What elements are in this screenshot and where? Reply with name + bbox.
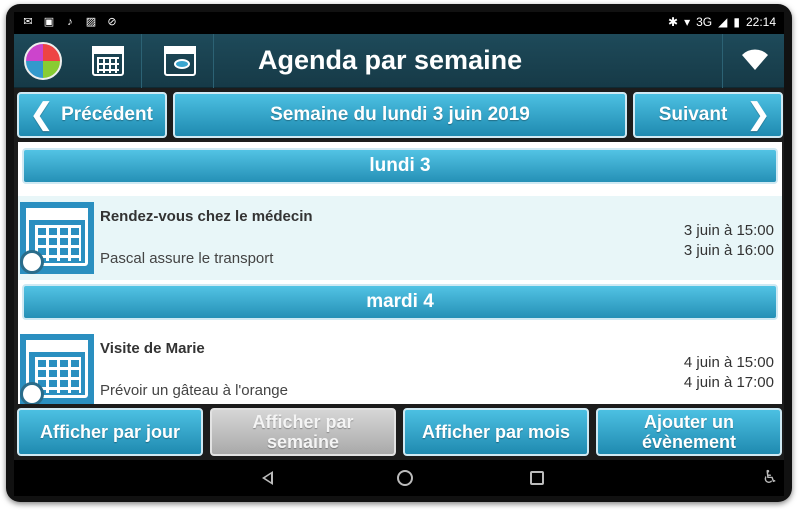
home-icon[interactable] bbox=[397, 470, 413, 486]
wifi-button[interactable] bbox=[722, 34, 784, 88]
mail-icon: ✉ bbox=[23, 16, 33, 28]
event-item[interactable]: Rendez-vous chez le médecin Pascal assur… bbox=[18, 196, 782, 280]
alarm-icon bbox=[20, 382, 44, 404]
breadcrumb-week-calendar[interactable] bbox=[144, 34, 214, 88]
calendar-icon bbox=[92, 46, 124, 76]
view-by-day-button[interactable]: Afficher par jour bbox=[17, 408, 203, 456]
system-nav-bar: ♿ bbox=[14, 460, 784, 496]
alarm-icon bbox=[20, 250, 44, 274]
event-end: 3 juin à 16:00 bbox=[683, 242, 774, 259]
puzzle-globe-icon[interactable] bbox=[24, 42, 62, 80]
view-by-week-label: Afficher par semaine bbox=[252, 412, 354, 452]
day-label: mardi 4 bbox=[366, 291, 434, 312]
calendar-alarm-icon bbox=[20, 334, 94, 404]
image-icon: ▨ bbox=[85, 16, 97, 28]
event-description: Pascal assure le transport bbox=[100, 250, 274, 267]
current-week-button[interactable]: Semaine du lundi 3 juin 2019 bbox=[173, 92, 627, 138]
event-description: Prévoir un gâteau à l'orange bbox=[100, 382, 288, 399]
chevron-left-icon: ❮ bbox=[29, 98, 55, 131]
day-label: lundi 3 bbox=[369, 155, 431, 176]
day-header-monday: lundi 3 bbox=[22, 148, 778, 184]
event-start: 4 juin à 15:00 bbox=[683, 354, 774, 371]
calendar-eye-icon bbox=[164, 46, 196, 76]
notification-icons: ✉ ▣ ♪ ▨ ⊘ bbox=[22, 16, 118, 28]
event-start: 3 juin à 15:00 bbox=[683, 222, 774, 239]
chevron-right-icon: ❯ bbox=[745, 98, 771, 131]
previous-label: Précédent bbox=[61, 104, 153, 125]
page-title: Agenda par semaine bbox=[258, 45, 523, 75]
week-navigation: ❮ Précédent Semaine du lundi 3 juin 2019… bbox=[14, 88, 784, 142]
view-by-day-label: Afficher par jour bbox=[39, 422, 181, 442]
add-event-button[interactable]: Ajouter un évènement bbox=[596, 408, 782, 456]
add-event-label: Ajouter un évènement bbox=[641, 412, 737, 452]
wifi-icon bbox=[741, 48, 769, 76]
breadcrumb-month-calendar[interactable] bbox=[72, 34, 142, 88]
notification-icon: ▣ bbox=[43, 16, 55, 28]
week-label: Semaine du lundi 3 juin 2019 bbox=[270, 104, 530, 125]
view-buttons: Afficher par jour Afficher par semaine Af… bbox=[14, 406, 784, 460]
agenda-list[interactable]: lundi 3 Rendez-vous chez le médecin Pasc… bbox=[18, 142, 782, 404]
screen: ✉ ▣ ♪ ▨ ⊘ ✱ ▾ 3G ◢ ▮ 22:14 Agenda par se… bbox=[14, 12, 784, 496]
clock: 22:14 bbox=[745, 15, 776, 29]
view-by-week-button[interactable]: Afficher par semaine bbox=[210, 408, 396, 456]
back-icon[interactable] bbox=[262, 471, 273, 485]
wifi-status-icon: ▾ bbox=[684, 15, 691, 29]
recent-apps-icon[interactable] bbox=[530, 471, 544, 485]
event-item[interactable]: Visite de Marie Prévoir un gâteau à l'or… bbox=[18, 328, 782, 404]
event-title: Rendez-vous chez le médecin bbox=[100, 208, 313, 225]
app-bar: Agenda par semaine bbox=[14, 34, 784, 88]
bluetooth-icon: ✱ bbox=[668, 15, 679, 29]
day-header-tuesday: mardi 4 bbox=[22, 284, 778, 320]
event-title: Visite de Marie bbox=[100, 340, 205, 357]
previous-week-button[interactable]: ❮ Précédent bbox=[17, 92, 167, 138]
signal-icon: ◢ bbox=[718, 15, 728, 29]
music-icon: ♪ bbox=[67, 16, 73, 28]
view-by-month-button[interactable]: Afficher par mois bbox=[403, 408, 589, 456]
tablet-frame: ✉ ▣ ♪ ▨ ⊘ ✱ ▾ 3G ◢ ▮ 22:14 Agenda par se… bbox=[6, 4, 792, 502]
next-week-button[interactable]: Suivant ❯ bbox=[633, 92, 783, 138]
view-by-month-label: Afficher par mois bbox=[421, 422, 571, 442]
status-bar: ✉ ▣ ♪ ▨ ⊘ ✱ ▾ 3G ◢ ▮ 22:14 bbox=[14, 12, 784, 34]
calendar-alarm-icon bbox=[20, 202, 94, 274]
accessibility-icon[interactable]: ♿ bbox=[762, 467, 778, 488]
event-end: 4 juin à 17:00 bbox=[683, 374, 774, 391]
next-label: Suivant bbox=[658, 104, 728, 125]
battery-icon: ▮ bbox=[733, 15, 740, 29]
network-type: 3G bbox=[696, 15, 713, 29]
system-icons: ✱ ▾ 3G ◢ ▮ 22:14 bbox=[668, 15, 776, 29]
rotation-icon: ⊘ bbox=[107, 16, 117, 28]
